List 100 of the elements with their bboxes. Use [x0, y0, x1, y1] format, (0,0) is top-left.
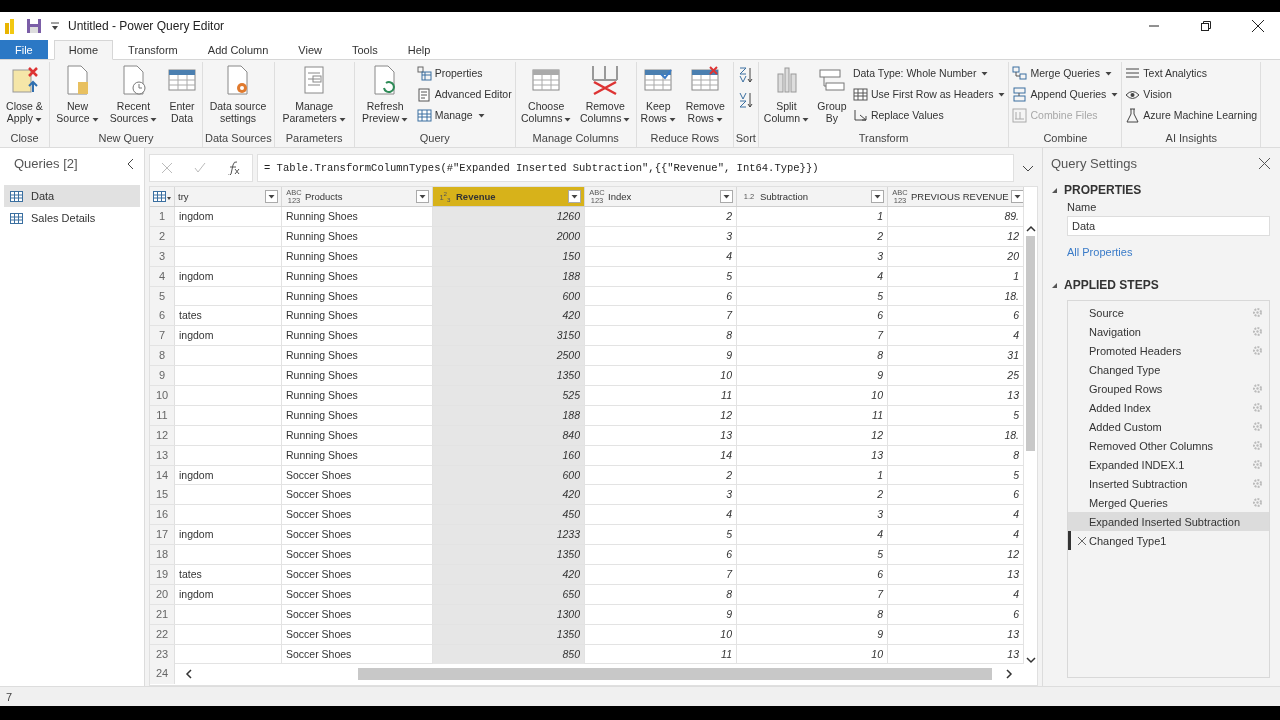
ribbon-tab[interactable]: Tools — [337, 40, 393, 59]
group-label: Manage Columns — [531, 131, 620, 146]
table-cell: 2 — [737, 226, 888, 246]
query-item[interactable]: Data — [4, 185, 140, 207]
applied-step[interactable]: Added Index — [1068, 398, 1269, 417]
ribbon-button[interactable]: Azure Machine Learning — [1124, 106, 1259, 124]
table-cell: 5 — [585, 525, 737, 545]
ribbon-button[interactable]: Data Type: Whole Number — [851, 64, 1007, 82]
all-properties-link[interactable]: All Properties — [1051, 246, 1270, 258]
table-cell: 1 — [888, 266, 1024, 286]
applied-step[interactable]: Inserted Subtraction — [1068, 474, 1269, 493]
ribbon-button[interactable]: Use First Row as Headers — [851, 85, 1007, 103]
ribbon-tab[interactable]: Add Column — [192, 40, 284, 59]
column-header[interactable]: try — [175, 187, 282, 206]
ribbon-button[interactable]: New Source — [52, 62, 103, 126]
table-cell: tates — [175, 306, 282, 326]
table-cell: 13 — [888, 644, 1024, 664]
section-title: PROPERTIES — [1064, 183, 1142, 197]
applied-step[interactable]: Merged Queries — [1068, 493, 1269, 512]
group-label: Combine — [1042, 131, 1089, 146]
ribbon-tab[interactable]: Transform — [113, 40, 193, 59]
table-cell: 5 — [737, 545, 888, 565]
applied-step[interactable]: Expanded INDEX.1 — [1068, 455, 1269, 474]
ribbon-button[interactable]: Refresh Preview — [356, 62, 414, 126]
table-cell: 12 — [888, 545, 1024, 565]
ribbon-button[interactable]: Remove Rows — [679, 62, 731, 126]
ribbon-button[interactable]: Append Queries — [1011, 85, 1120, 103]
applied-step[interactable]: Expanded Inserted Subtraction — [1068, 512, 1269, 531]
table-cell: 3150 — [433, 326, 585, 346]
ribbon-button[interactable]: Enter Data — [164, 62, 200, 126]
table-cell: 4 — [888, 326, 1024, 346]
table-cell: 12 — [737, 425, 888, 445]
table-cell: 10 — [585, 366, 737, 386]
ribbon-tab[interactable]: Help — [392, 40, 446, 59]
table-cell: 7 — [585, 306, 737, 326]
table-cell: 9 — [585, 604, 737, 624]
table-cell: 9 — [585, 346, 737, 366]
panel-title: Queries [2] — [14, 156, 78, 171]
table-cell: 13 — [888, 565, 1024, 585]
group-label: Query — [418, 131, 451, 146]
ribbon-button[interactable]: Advanced Editor — [415, 85, 513, 103]
ribbon-button[interactable]: Remove Columns — [576, 62, 634, 126]
ribbon-tab[interactable]: Home — [53, 40, 114, 60]
applied-step[interactable]: Changed Type — [1068, 360, 1269, 379]
ribbon-tab[interactable]: View — [283, 40, 337, 59]
table-cell: 12 — [585, 405, 737, 425]
applied-step[interactable]: Source — [1068, 303, 1269, 322]
table-cell: 18. — [888, 425, 1024, 445]
group-label: Sort — [735, 131, 756, 146]
ribbon-button[interactable]: Vision — [1124, 85, 1259, 103]
ribbon-button[interactable]: Recent Sources — [105, 62, 162, 126]
table-cell: ingdom — [175, 266, 282, 286]
applied-step[interactable]: Changed Type1 — [1068, 531, 1269, 550]
file-tab[interactable]: File — [0, 40, 48, 59]
applied-step[interactable]: Navigation — [1068, 322, 1269, 341]
table-cell: 6 — [888, 306, 1024, 326]
table-cell: 10 — [737, 386, 888, 405]
table-cell: 9 — [737, 624, 888, 644]
row-number: 10 — [150, 386, 175, 405]
applied-step[interactable]: Grouped Rows — [1068, 379, 1269, 398]
ribbon-button[interactable]: Manage — [415, 106, 513, 124]
table-cell: 1260 — [433, 207, 585, 226]
table-cell: 8 — [888, 445, 1024, 465]
ribbon-button[interactable]: Close & Apply — [2, 62, 47, 126]
table-cell: 3 — [737, 505, 888, 525]
window-title: Untitled - Power Query Editor — [68, 19, 226, 33]
ribbon-button[interactable]: Group By — [813, 62, 850, 126]
row-number: 24 — [150, 664, 175, 685]
ribbon-button[interactable]: Replace Values — [851, 106, 1007, 124]
ribbon-button[interactable]: Choose Columns — [517, 62, 575, 126]
table-cell: 525 — [433, 386, 585, 405]
name-field[interactable]: Data — [1067, 216, 1270, 236]
row-number: 6 — [150, 306, 175, 326]
row-number: 19 — [150, 565, 175, 585]
ribbon-button[interactable]: Properties — [415, 64, 513, 82]
group-label: AI Insights — [1164, 131, 1218, 146]
ribbon-button[interactable]: Merge Queries — [1011, 64, 1120, 82]
table-cell: 5 — [585, 266, 737, 286]
query-item[interactable]: Sales Details — [4, 207, 140, 229]
table-cell: 8 — [737, 346, 888, 366]
table-cell: 4 — [737, 266, 888, 286]
ribbon-button[interactable]: Keep Rows — [638, 62, 678, 126]
formula-field[interactable]: = Table.TransformColumnTypes(#"Expanded Inserted Subtraction",{{"Revenue", Int64.Type}}) — [257, 154, 1014, 182]
table-cell: 5 — [737, 286, 888, 306]
applied-step[interactable]: Removed Other Columns — [1068, 436, 1269, 455]
group-label: Transform — [857, 131, 910, 146]
field-label: Name — [1066, 201, 1098, 213]
ribbon-button[interactable]: Text Analytics — [1124, 64, 1259, 82]
ribbon-button[interactable]: Manage Parameters — [276, 62, 352, 126]
table-cell: 6 — [585, 545, 737, 565]
table-cell: 6 — [737, 565, 888, 585]
table-cell: 4 — [888, 505, 1024, 525]
table-cell: 4 — [585, 505, 737, 525]
row-number: 17 — [150, 525, 175, 545]
ribbon-button[interactable]: Data source settings — [205, 62, 271, 126]
table-cell: 420 — [433, 485, 585, 505]
ribbon-button[interactable]: Split Column — [760, 62, 812, 126]
table-cell: 4 — [888, 525, 1024, 545]
applied-step[interactable]: Promoted Headers — [1068, 341, 1269, 360]
applied-step[interactable]: Added Custom — [1068, 417, 1269, 436]
